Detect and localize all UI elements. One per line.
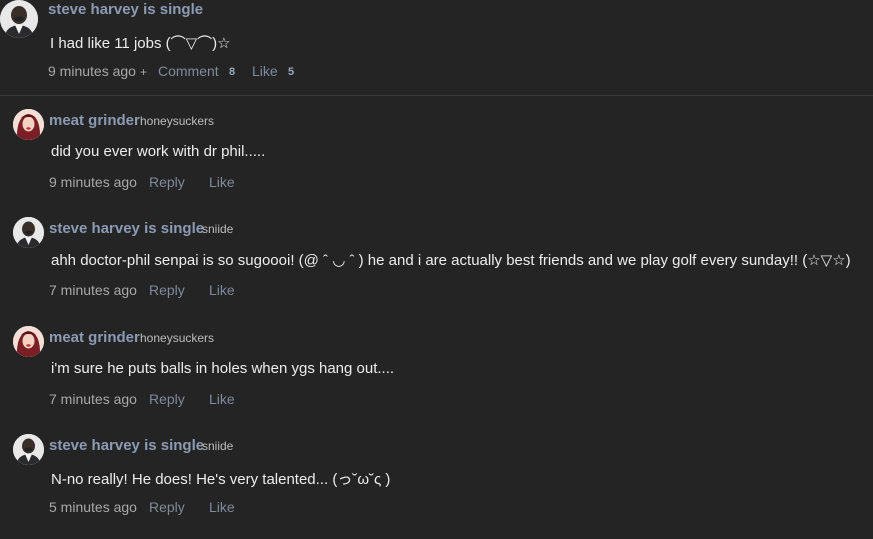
reply-timestamp: 9 minutes ago	[49, 174, 137, 190]
man-portrait-icon[interactable]	[13, 217, 44, 248]
comment-count: 8	[229, 66, 236, 78]
reply-item: meat grinder honeysuckers did you ever w…	[0, 96, 873, 204]
woman-portrait-icon[interactable]	[13, 109, 44, 140]
reply-button[interactable]: Reply	[149, 174, 185, 190]
reply-button[interactable]: Reply	[149, 391, 185, 407]
woman-portrait-icon[interactable]	[13, 326, 44, 357]
reply-author[interactable]: meat grinder	[49, 112, 140, 129]
like-button[interactable]: Like	[209, 391, 235, 407]
reply-button[interactable]: Reply	[149, 499, 185, 515]
like-button[interactable]: Like	[209, 174, 235, 190]
reply-username[interactable]: honeysuckers	[140, 331, 214, 345]
reply-author[interactable]: steve harvey is single	[49, 220, 204, 237]
like-button[interactable]: Like	[209, 499, 235, 515]
reply-author[interactable]: meat grinder	[49, 329, 140, 346]
man-portrait-icon[interactable]	[13, 434, 44, 465]
comment-button[interactable]: Comment	[158, 63, 219, 79]
comment-timestamp: 9 minutes ago	[48, 63, 136, 79]
comment-author[interactable]: steve harvey is single	[48, 1, 203, 18]
reply-button[interactable]: Reply	[149, 282, 185, 298]
reply-username[interactable]: sniide	[202, 439, 233, 453]
reply-text: did you ever work with dr phil.....	[51, 143, 266, 160]
reply-item: meat grinder honeysuckers i'm sure he pu…	[0, 313, 873, 421]
reply-timestamp: 7 minutes ago	[49, 282, 137, 298]
like-button[interactable]: Like	[209, 282, 235, 298]
reply-author[interactable]: steve harvey is single	[49, 437, 204, 454]
reply-text: i'm sure he puts balls in holes when ygs…	[51, 360, 395, 377]
comment-text: I had like 11 jobs (⌒▽⌒)☆	[50, 35, 231, 52]
plus-icon[interactable]: +	[140, 65, 147, 79]
like-button[interactable]: Like	[252, 63, 278, 79]
reply-timestamp: 5 minutes ago	[49, 499, 137, 515]
reply-text: ahh doctor-phil senpai is so sugoooi! (@…	[51, 252, 851, 269]
main-comment: steve harvey is single I had like 11 job…	[0, 0, 873, 96]
reply-item: steve harvey is single sniide N-no reall…	[0, 421, 873, 529]
reply-text: N-no really! He does! He's very talented…	[51, 471, 391, 488]
man-portrait-icon[interactable]	[0, 0, 38, 38]
reply-username[interactable]: honeysuckers	[140, 114, 214, 128]
like-count: 5	[288, 66, 295, 78]
reply-timestamp: 7 minutes ago	[49, 391, 137, 407]
reply-item: steve harvey is single sniide ahh doctor…	[0, 204, 873, 312]
reply-username[interactable]: sniide	[202, 222, 233, 236]
